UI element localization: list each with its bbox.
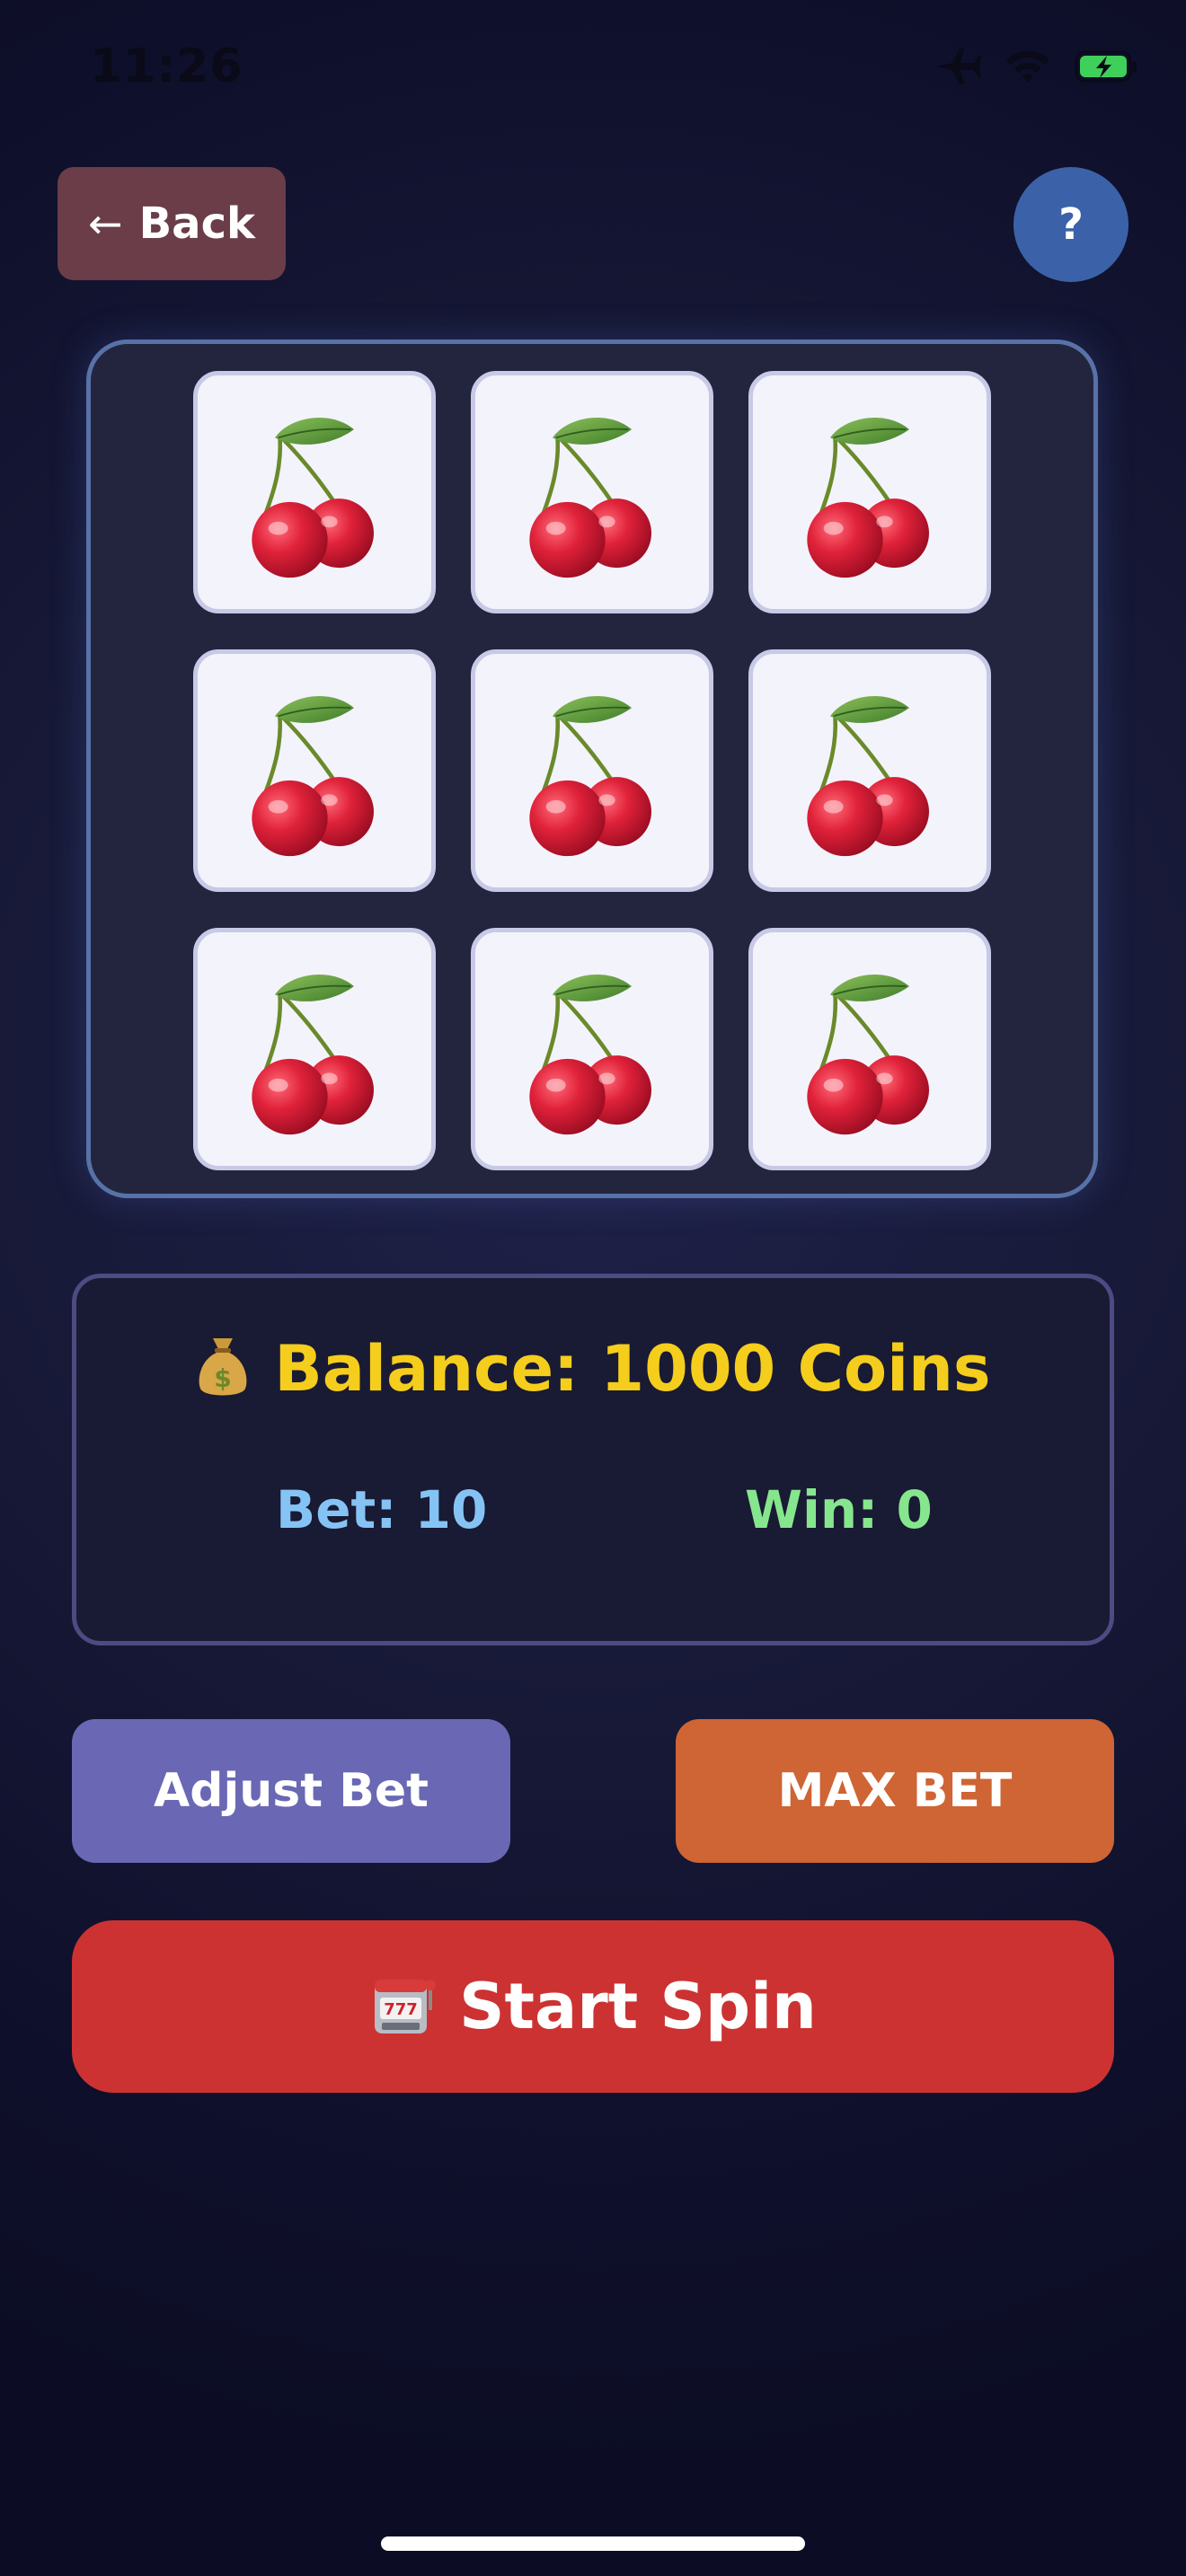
reel-cell <box>471 928 713 1170</box>
status-bar: 11:26 <box>0 0 1186 144</box>
adjust-bet-button[interactable]: Adjust Bet <box>72 1719 510 1863</box>
cherry-icon <box>502 670 682 871</box>
cherry-icon <box>225 670 404 871</box>
info-panel: $ Balance: 1000 Coins Bet: 10 Win: 0 <box>72 1274 1114 1645</box>
status-time: 11:26 <box>90 40 243 93</box>
reel-cell <box>471 371 713 613</box>
reel-cell <box>748 928 991 1170</box>
cherry-icon <box>225 392 404 593</box>
help-button[interactable]: ? <box>1013 167 1128 282</box>
cherry-icon <box>225 948 404 1150</box>
arrow-left-icon: ← <box>88 199 123 248</box>
money-bag-icon: $ <box>195 1335 251 1403</box>
win-value: Win: 0 <box>745 1479 933 1540</box>
cherry-icon <box>780 670 960 871</box>
reel-cell <box>193 371 436 613</box>
max-bet-button[interactable]: MAX BET <box>676 1719 1114 1863</box>
status-icons <box>934 47 1137 86</box>
reel-grid <box>86 340 1098 1198</box>
start-spin-button[interactable]: 777 Start Spin <box>72 1920 1114 2093</box>
reel-cell <box>748 649 991 892</box>
svg-text:777: 777 <box>384 2000 418 2019</box>
battery-charging-icon <box>1075 50 1137 83</box>
reel-cell <box>471 649 713 892</box>
balance-text: Balance: 1000 Coins <box>274 1332 991 1406</box>
balance-row: $ Balance: 1000 Coins <box>76 1332 1110 1406</box>
svg-text:$: $ <box>215 1363 232 1393</box>
home-indicator[interactable] <box>381 2536 805 2551</box>
cherry-icon <box>502 392 682 593</box>
reel-cell <box>748 371 991 613</box>
cherry-icon <box>502 948 682 1150</box>
cherry-icon <box>780 948 960 1150</box>
bet-value: Bet: 10 <box>276 1479 488 1540</box>
back-button-label: Back <box>138 198 255 249</box>
back-button[interactable]: ← Back <box>58 167 286 280</box>
reel-cell <box>193 649 436 892</box>
slot-machine-icon: 777 <box>369 1971 438 2042</box>
start-spin-label: Start Spin <box>459 1970 817 2043</box>
airplane-icon <box>934 47 981 86</box>
wifi-icon <box>1005 49 1051 84</box>
cherry-icon <box>780 392 960 593</box>
reel-cell <box>193 928 436 1170</box>
